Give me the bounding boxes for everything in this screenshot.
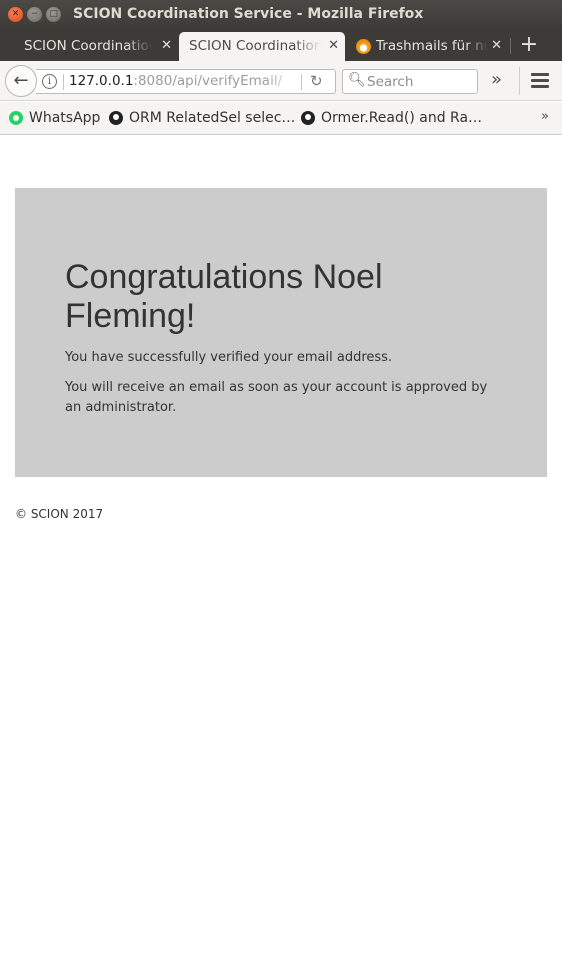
window-titlebar: ✕ − □ SCION Coordination Service - Mozil… (0, 0, 562, 30)
window-minimize-button[interactable]: − (27, 7, 42, 22)
reload-icon[interactable]: ↻ (310, 72, 323, 90)
tab-close-icon[interactable]: ✕ (328, 32, 339, 60)
search-input[interactable] (367, 73, 473, 91)
new-tab-button[interactable]: + (518, 30, 540, 61)
search-bar[interactable]: 🔍︎ (342, 69, 478, 94)
bookmark-label: WhatsApp (29, 110, 101, 126)
back-arrow-icon: ← (13, 70, 29, 91)
toolbar-divider (519, 67, 520, 95)
tab-strip: SCION Coordination Service ✕ SCION Coord… (0, 30, 562, 61)
url-divider (301, 74, 302, 90)
tab-label: SCION Coordination Service (24, 38, 152, 54)
whatsapp-icon (9, 111, 23, 125)
bookmarks-overflow-icon[interactable]: » (541, 109, 549, 124)
window-maximize-button[interactable]: □ (46, 7, 61, 22)
tab-label: SCION Coordination Service (189, 38, 321, 54)
tab-close-icon[interactable]: ✕ (491, 32, 502, 60)
url-text[interactable]: 127.0.0.1:8080/api/verifyEmail/ (69, 73, 299, 89)
url-path: :8080/api/verifyEmail/ (133, 73, 283, 89)
duck-favicon-icon (356, 39, 371, 54)
bookmarks-toolbar: WhatsApp ORM RelatedSel selec… Ormer.Rea… (0, 102, 562, 135)
hamburger-menu-icon[interactable] (531, 73, 549, 89)
tab-label: Trashmails für nur... (376, 38, 488, 54)
tab-1[interactable]: SCION Coordination Service ✕ (14, 32, 178, 61)
site-info-icon[interactable]: i (42, 74, 57, 89)
tab-close-icon[interactable]: ✕ (161, 32, 172, 60)
page-title: Congratulations Noel Fleming! (65, 258, 383, 335)
page-footer: © SCION 2017 (15, 507, 104, 521)
url-divider (63, 74, 64, 90)
back-button[interactable]: ← (5, 65, 37, 97)
tab-divider (510, 38, 511, 54)
tab-2-active[interactable]: SCION Coordination Service ✕ (179, 32, 345, 61)
url-host: 127.0.0.1 (69, 73, 134, 89)
tab-3[interactable]: Trashmails für nur... ✕ (352, 32, 508, 61)
github-icon (301, 111, 315, 125)
navigation-toolbar: i 127.0.0.1:8080/api/verifyEmail/ ↻ ← 🔍︎… (0, 61, 562, 101)
toolbar-overflow-icon[interactable]: » (491, 69, 502, 90)
window-title: SCION Coordination Service - Mozilla Fir… (73, 6, 424, 22)
verified-message: You have successfully verified your emai… (65, 350, 393, 365)
window-close-button[interactable]: ✕ (8, 7, 23, 22)
bookmark-whatsapp[interactable]: WhatsApp (9, 108, 104, 128)
approval-message: You will receive an email as soon as you… (65, 380, 488, 415)
url-bar[interactable]: i 127.0.0.1:8080/api/verifyEmail/ ↻ (36, 69, 336, 94)
bookmark-ormer-read[interactable]: Ormer.Read() and Ra… (301, 108, 491, 128)
verification-panel: Congratulations Noel Fleming! You have s… (15, 188, 547, 477)
bookmark-label: ORM RelatedSel selec… (129, 110, 296, 126)
bookmark-orm-relatedsel[interactable]: ORM RelatedSel selec… (109, 108, 295, 128)
bookmark-label: Ormer.Read() and Ra… (321, 110, 483, 126)
github-icon (109, 111, 123, 125)
search-icon: 🔍︎ (348, 72, 366, 88)
